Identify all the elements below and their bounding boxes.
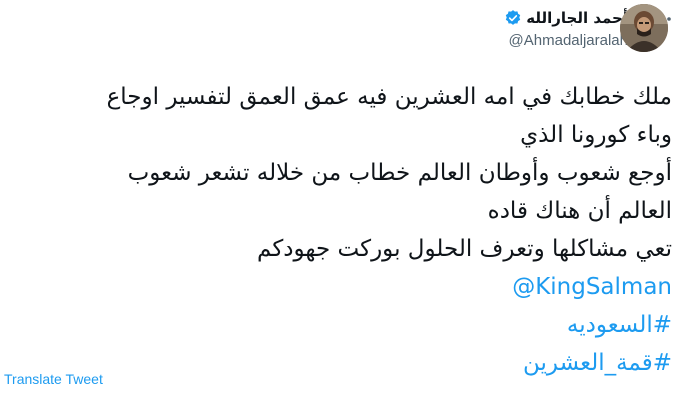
- verified-badge-icon: [504, 9, 522, 27]
- author-name-row: أحمد الجارالله: [504, 6, 628, 30]
- avatar[interactable]: [620, 4, 668, 52]
- tweet-line: أوجع شعوب وأوطان العالم خطاب من خلاله تش…: [127, 160, 672, 186]
- tweet-text: ملك خطابك في امه العشرين فيه عمق العمق ل…: [52, 78, 672, 382]
- mention-link[interactable]: @KingSalman: [512, 274, 672, 300]
- author-display-name[interactable]: أحمد الجارالله: [526, 9, 628, 27]
- translate-tweet-link[interactable]: Translate Tweet: [4, 371, 103, 387]
- tweet-line: تعي مشاكلها وتعرف الحلول بوركت جهودكم: [257, 236, 672, 262]
- author-handle[interactable]: @Ahmadaljaralah: [504, 32, 628, 49]
- tweet-line: وباء كورونا الذي: [520, 122, 672, 148]
- author-block[interactable]: أحمد الجارالله @Ahmadaljaralah: [504, 6, 628, 49]
- tweet-line: ملك خطابك في امه العشرين فيه عمق العمق ل…: [106, 84, 672, 110]
- tweet-line: العالم أن هناك قاده: [487, 198, 672, 224]
- hashtag-link[interactable]: #السعوديه: [567, 312, 672, 338]
- tweet-card: أحمد الجارالله @Ahmadaljaralah ملك خطابك…: [0, 0, 700, 406]
- hashtag-link[interactable]: #قمة_العشرين: [523, 350, 672, 376]
